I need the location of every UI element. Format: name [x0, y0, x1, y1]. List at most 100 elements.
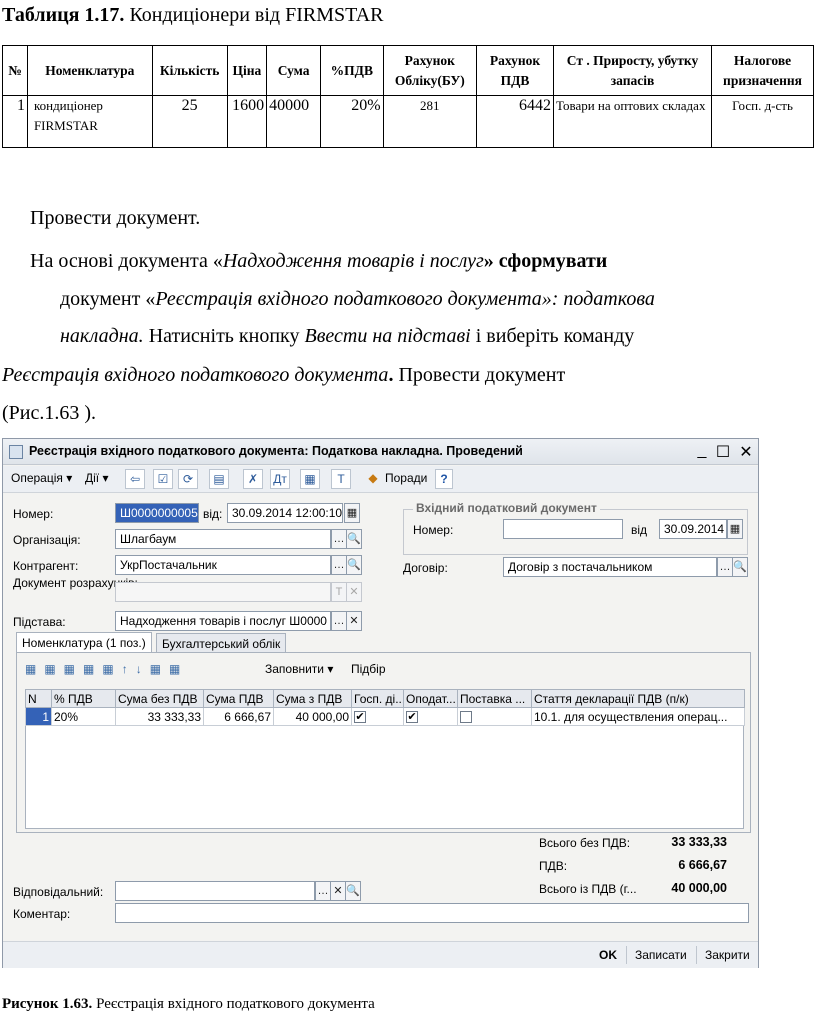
col-header: № [2, 45, 28, 96]
actions-menu[interactable]: Дії ▾ [81, 469, 112, 489]
para-bold: » сформувати [483, 250, 608, 272]
grid-cell-business[interactable]: ✔ [351, 707, 404, 726]
col-header: Номенклатура [26, 45, 153, 96]
incoming-number-field[interactable] [503, 519, 623, 539]
post-document-icon[interactable]: ☑ [153, 469, 173, 489]
maximize-button[interactable]: ☐ [713, 442, 733, 462]
search-icon[interactable]: 🔍 [345, 881, 361, 901]
debit-credit-icon[interactable]: Дт [270, 469, 290, 489]
organization-label: Організація: [13, 533, 81, 547]
unpost-icon[interactable]: ✗ [243, 469, 263, 489]
select-button[interactable]: … [331, 555, 347, 575]
grid-cell-vat[interactable]: 20% [51, 707, 116, 726]
tips-button[interactable]: Поради [381, 469, 431, 489]
business-checkbox[interactable]: ✔ [354, 711, 366, 724]
supply-checkbox[interactable] [460, 711, 472, 724]
para-text: Натисніть кнопку [143, 325, 305, 347]
incoming-date-field[interactable]: 30.09.2014 [659, 519, 727, 539]
close-button[interactable]: Закрити [699, 945, 756, 965]
settlement-doc-field[interactable] [115, 582, 331, 602]
grid-cell-sum-vat[interactable]: 6 666,67 [203, 707, 274, 726]
table-cell: 20% [320, 95, 384, 148]
tab-nomenclature[interactable]: Номенклатура (1 поз.) [16, 632, 152, 653]
counterparty-field[interactable]: УкрПостачальник [115, 555, 331, 575]
basis-field[interactable]: Надходження товарів і послуг Ш0000 [115, 611, 331, 631]
para-text: документ « [60, 288, 156, 310]
title-bar: Реєстрація вхідного податкового документ… [3, 439, 758, 465]
para-text: і виберіть команду [470, 325, 635, 347]
date-field[interactable]: 30.09.2014 12:00:10 [227, 503, 343, 523]
para-italic: накладна. [60, 325, 144, 347]
grid-cell-sum-with-vat[interactable]: 40 000,00 [273, 707, 352, 726]
incoming-doc-group-title: Вхідний податковий документ [413, 501, 600, 515]
search-icon[interactable]: 🔍 [346, 529, 362, 549]
clear-icon[interactable]: ✕ [346, 611, 362, 631]
refresh-icon[interactable]: ⟳ [178, 469, 198, 489]
grid-col-header[interactable]: Сума ПДВ [203, 689, 274, 708]
select-button[interactable]: … [315, 881, 331, 901]
organization-field[interactable]: Шлагбаум [115, 529, 331, 549]
clear-icon[interactable]: ✕ [346, 582, 362, 602]
select-button[interactable]: … [331, 529, 347, 549]
grid-col-header[interactable]: % ПДВ [51, 689, 116, 708]
comment-field[interactable] [115, 903, 749, 923]
close-window-button[interactable]: ✕ [736, 442, 756, 462]
selection-button[interactable]: Підбір [347, 660, 390, 680]
select-button[interactable]: … [331, 611, 347, 631]
total-with-vat-label: Всього із ПДВ (г... [539, 882, 637, 896]
grid-action-icons[interactable]: ▦▦▦▦▦↑↓▦▦ [25, 662, 255, 678]
para-text: На основі документа « [30, 250, 223, 272]
minimize-button[interactable]: _ [692, 442, 712, 460]
col-header: Ціна [226, 45, 268, 96]
grid-header-row: N % ПДВ Сума без ПДВ Сума ПДВ Сума з ПДВ… [25, 689, 745, 708]
items-table-header: № Номенклатура Кількість Ціна Сума %ПДВ … [2, 45, 814, 96]
number-field[interactable]: Ш0000000005 [115, 503, 199, 523]
grid-cell-taxable[interactable]: ✔ [403, 707, 458, 726]
folder-icon[interactable]: ▤ [209, 469, 229, 489]
grid-cell-n[interactable]: 1 [25, 707, 52, 726]
structure-icon[interactable]: T [331, 469, 351, 489]
search-icon[interactable]: 🔍 [346, 555, 362, 575]
table-cell: 281 [382, 95, 478, 148]
grid-col-header[interactable]: Стаття декларації ПДВ (п/к) [531, 689, 745, 708]
total-vat-value: 6 666,67 [678, 858, 727, 872]
grid-col-header[interactable]: Сума з ПДВ [273, 689, 352, 708]
grid-cell-article[interactable]: 10.1. для осуществления операц... [531, 707, 745, 726]
separator [626, 946, 627, 964]
grid-col-header[interactable]: Оподат... [403, 689, 458, 708]
clear-icon[interactable]: ✕ [330, 881, 346, 901]
ok-button[interactable]: OK [593, 945, 623, 965]
table-cell: 25 [151, 95, 228, 148]
responsible-field[interactable] [115, 881, 315, 901]
grid-cell-sum-no-vat[interactable]: 33 333,33 [115, 707, 204, 726]
comment-label: Коментар: [13, 907, 71, 921]
back-arrow-icon[interactable]: ⇦ [125, 469, 145, 489]
tab-accounting[interactable]: Бухгалтерський облік [156, 633, 287, 653]
operation-menu[interactable]: Операція ▾ [7, 469, 76, 489]
total-with-vat-value: 40 000,00 [671, 881, 727, 895]
tax-document-window: Реєстрація вхідного податкового документ… [2, 438, 759, 968]
taxable-checkbox[interactable]: ✔ [406, 711, 418, 724]
total-vat-label: ПДВ: [539, 859, 568, 873]
contract-field[interactable]: Договір з постачальником [503, 557, 717, 577]
fill-button[interactable]: Заповнити ▾ [261, 660, 337, 680]
col-header: Кількість [151, 45, 228, 96]
total-no-vat-value: 33 333,33 [671, 835, 727, 849]
save-button[interactable]: Записати [629, 945, 693, 965]
table-row[interactable]: 1 20% 33 333,33 6 666,67 40 000,00 ✔ ✔ 1… [25, 707, 745, 726]
calendar-icon[interactable]: ▦ [727, 519, 743, 539]
grid-col-header[interactable]: Сума без ПДВ [115, 689, 204, 708]
help-button[interactable]: ? [435, 469, 453, 489]
select-button[interactable]: … [717, 557, 733, 577]
grid-col-header[interactable]: Поставка ... [457, 689, 532, 708]
grid-col-header[interactable]: N [25, 689, 52, 708]
table-cell: Госп. д-сть [711, 95, 814, 148]
table-cell: 6442 [476, 95, 555, 148]
para-text: Провести документ [393, 364, 566, 386]
type-icon[interactable]: T [331, 582, 347, 602]
search-icon[interactable]: 🔍 [732, 557, 748, 577]
grid-col-header[interactable]: Госп. ді... [351, 689, 404, 708]
grid-cell-supply[interactable] [457, 707, 532, 726]
calendar-icon[interactable]: ▦ [344, 503, 360, 523]
report-icon[interactable]: ▦ [300, 469, 320, 489]
